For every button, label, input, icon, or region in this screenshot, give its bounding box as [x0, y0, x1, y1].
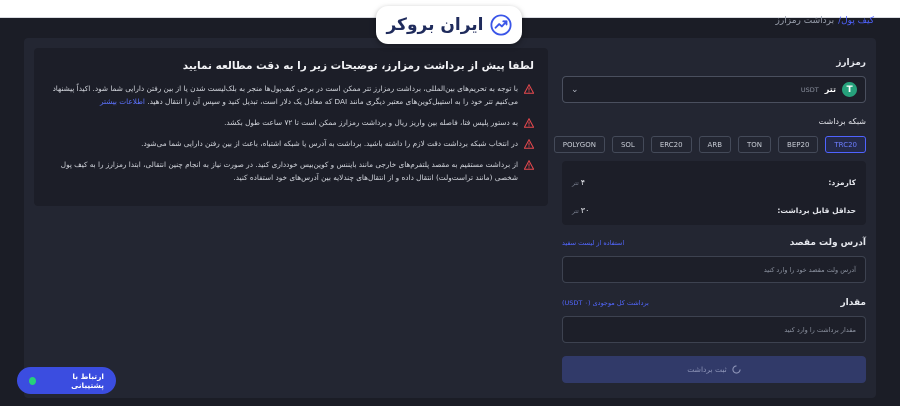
notice-item: از برداشت مستقیم به مقصد پلتفرم‌های خارج…	[48, 158, 534, 184]
network-option-sol[interactable]: SOL	[611, 136, 644, 153]
chevron-down-icon: ⌄	[571, 84, 579, 95]
fee-value: ۴تتر	[572, 177, 586, 187]
address-header: آدرس ولت مقصد استفاده از لیست سفید	[562, 238, 866, 248]
support-chat-button[interactable]: ارتباط با پشتیبانی	[17, 367, 116, 394]
currency-code: USDT	[800, 85, 819, 94]
support-label: ارتباط با پشتیبانی	[71, 371, 104, 390]
warning-icon	[524, 84, 534, 94]
notice-item: با توجه به تحریم‌های بین‌المللی، برداشت …	[48, 82, 534, 108]
submit-label: ثبت برداشت	[687, 365, 727, 374]
brand-logo[interactable]: ایران بروکر	[376, 6, 522, 44]
whitelist-link[interactable]: استفاده از لیست سفید	[562, 239, 624, 247]
warning-icon	[524, 139, 534, 149]
more-info-link[interactable]: اطلاعات بیشتر	[100, 97, 145, 106]
currency-label: رمزارز	[836, 58, 866, 68]
submit-withdraw-button[interactable]: ثبت برداشت	[562, 356, 866, 383]
min-withdraw-label: حداقل قابل برداشت:	[777, 205, 856, 215]
withdraw-panel: لطفا پیش از برداشت رمزارز، توضیحات زیر ر…	[24, 38, 876, 398]
breadcrumb-current: برداشت رمزارز	[775, 16, 835, 26]
notice-title: لطفا پیش از برداشت رمزارز، توضیحات زیر ر…	[182, 60, 534, 72]
withdraw-all-link[interactable]: برداشت کل موجودی (۰ USDT)	[562, 299, 649, 307]
network-tabs: TRC20 BEP20 TON ARB ERC20 SOL POLYGON	[553, 136, 866, 153]
network-option-trc20[interactable]: TRC20	[825, 136, 866, 153]
currency-select[interactable]: T تتر USDT ⌄	[562, 76, 866, 103]
tether-icon: T	[842, 82, 857, 97]
address-label: آدرس ولت مقصد	[789, 238, 866, 248]
network-option-erc20[interactable]: ERC20	[650, 136, 692, 153]
online-status-icon	[29, 376, 36, 385]
notice-text: به دستور پلیس فتا، فاصله بین واریز ریال …	[224, 118, 518, 127]
network-option-polygon[interactable]: POLYGON	[553, 136, 605, 153]
logo-trend-icon	[489, 14, 512, 36]
warning-icon	[524, 160, 534, 170]
fee-row: کارمزد: ۴تتر	[572, 171, 856, 193]
brand-logo-text: ایران بروکر	[386, 15, 484, 35]
withdraw-notice-box: لطفا پیش از برداشت رمزارز، توضیحات زیر ر…	[34, 48, 548, 206]
network-option-arb[interactable]: ARB	[698, 136, 732, 153]
amount-header: مقدار برداشت کل موجودی (۰ USDT)	[562, 298, 866, 308]
min-withdraw-value: ۳۰تتر	[572, 205, 590, 215]
amount-label: مقدار	[840, 298, 866, 308]
warning-icon	[524, 118, 534, 128]
network-option-ton[interactable]: TON	[738, 136, 772, 153]
amount-input[interactable]: مقدار برداشت را وارد کنید	[562, 316, 866, 343]
destination-address-input[interactable]: آدرس ولت مقصد خود را وارد کنید	[562, 256, 866, 283]
notice-text: از برداشت مستقیم به مقصد پلتفرم‌های خارج…	[60, 160, 518, 182]
fee-summary: کارمزد: ۴تتر حداقل قابل برداشت: ۳۰تتر	[562, 161, 866, 225]
withdraw-form: رمزارز T تتر USDT ⌄ شبکه برداشت TRC20 BE…	[553, 38, 866, 383]
breadcrumb-wallet-link[interactable]: کیف پول/	[838, 16, 874, 26]
notice-item: به دستور پلیس فتا، فاصله بین واریز ریال …	[48, 116, 534, 129]
loading-icon	[732, 365, 741, 374]
network-option-bep20[interactable]: BEP20	[778, 136, 819, 153]
breadcrumb: کیف پول/ برداشت رمزارز	[776, 16, 874, 26]
currency-name: تتر	[824, 85, 836, 94]
network-label: شبکه برداشت	[818, 117, 866, 126]
notice-text: در انتخاب شبکه برداشت دقت لازم را داشته …	[141, 139, 518, 148]
min-withdraw-row: حداقل قابل برداشت: ۳۰تتر	[572, 199, 856, 221]
notice-item: در انتخاب شبکه برداشت دقت لازم را داشته …	[48, 137, 534, 150]
fee-label: کارمزد:	[828, 177, 856, 187]
